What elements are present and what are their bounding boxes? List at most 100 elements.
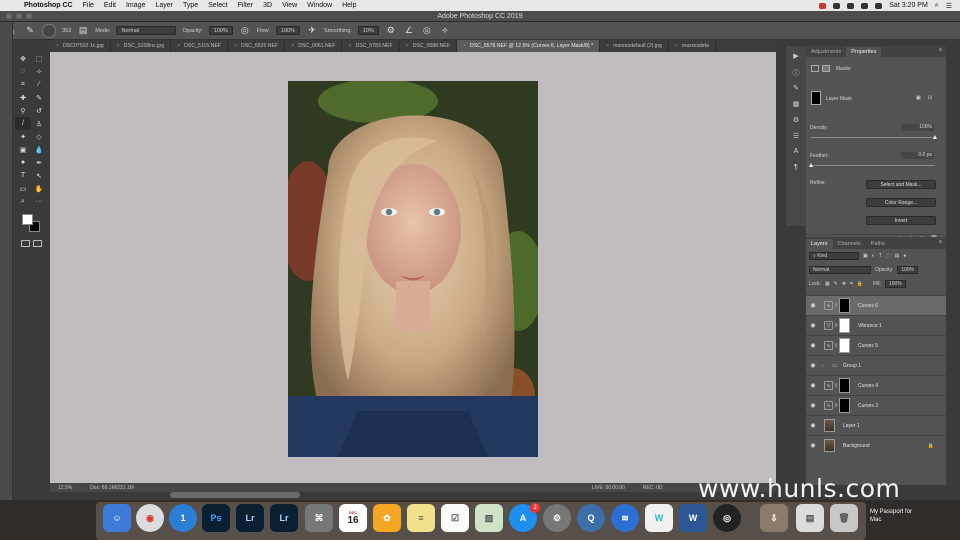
layer-row[interactable]: ◉ ∿ 8 Curves 3 [806,395,946,415]
curves-adjustment-icon[interactable]: ∿ [824,301,833,310]
lasso-tool-icon[interactable]: ◌ [15,65,31,78]
layer-row[interactable]: ◉ ▽ 8 Vibrance 1 [806,315,946,335]
pen-tool-icon[interactable]: ✒ [31,156,47,169]
menu-image[interactable]: Image [126,2,145,9]
screenshot-icon[interactable]: ⌘ [305,504,333,532]
foreground-color-swatch[interactable] [22,214,33,225]
invert-button[interactable]: Invert [866,216,936,225]
close-tab-icon[interactable]: × [675,43,678,49]
doc-size[interactable]: Doc: 69.1M/231.1M [90,485,134,491]
tab-document[interactable]: × DSC_5115.NEF [171,40,228,52]
menu-select[interactable]: Select [208,2,227,9]
clock[interactable]: Sat 3:20 PM [889,2,928,9]
lock-pixels-icon[interactable]: ✎ [834,281,838,287]
passport-drive-label[interactable]: My Passport for Mac [870,508,920,524]
select-mask-icon[interactable]: ▣ [916,95,921,101]
filter-toggle-icon[interactable]: ● [903,253,906,259]
feather-slider-thumb[interactable] [809,163,813,167]
visibility-eye-icon[interactable]: ◉ [806,362,820,369]
quick-select-tool-icon[interactable]: ✧ [31,65,47,78]
color-range-button[interactable]: Color Range... [866,198,936,207]
search-icon[interactable]: ⌕ [935,2,939,10]
more-tools-icon[interactable]: ··· [31,195,47,208]
move-tool-icon[interactable]: ✥ [15,52,31,65]
layers-menu-icon[interactable]: ≡ [939,239,942,249]
visibility-eye-icon[interactable]: ◉ [806,382,820,389]
layer-row[interactable]: ◉ ∿ 8 Curves 4 [806,375,946,395]
layer-opacity-input[interactable]: 100% [897,266,919,274]
filter-pixel-icon[interactable]: ▣ [863,253,868,259]
tab-channels[interactable]: Channels [833,239,866,249]
kind-filter[interactable]: ⌕ Kind [809,252,859,260]
brush-preset-picker[interactable] [42,23,56,38]
type-tool-icon[interactable]: T [15,169,31,182]
brush-panel-icon[interactable]: ✎ [790,84,802,94]
menu-list-icon[interactable]: ☰ [946,2,952,10]
visibility-eye-icon[interactable]: ◉ [806,422,820,429]
layer-row[interactable]: ◉ ∿ 8 Curves 5 [806,335,946,355]
angle-icon[interactable]: ∠ [403,25,415,37]
crop-tool-icon[interactable]: ⌗ [15,78,31,91]
mode-select[interactable]: Normal [116,26,177,35]
eyedropper-tool-icon[interactable]: ⁄ [31,78,47,91]
photoshop-icon[interactable]: Ps [202,504,230,532]
marquee-tool-icon[interactable]: ⬚ [31,52,47,65]
visibility-eye-icon[interactable]: ◉ [806,302,820,309]
finder-icon[interactable]: ☺ [103,504,131,532]
pixel-mask-icon[interactable] [811,65,819,72]
notes-icon[interactable]: ≡ [407,504,435,532]
w-app-icon[interactable]: W [645,504,673,532]
menu-file[interactable]: File [83,2,94,9]
downloads-icon[interactable]: ⇩ [760,504,788,532]
quick-mask-icon[interactable] [21,240,30,247]
tab-document[interactable]: × DSC_5783.NEF [342,40,400,52]
tab-document[interactable]: × DSC_0061.NEF [285,40,343,52]
layer-name[interactable]: Group 1 [843,363,861,369]
menu-help[interactable]: Help [342,2,356,9]
path-select-tool-icon[interactable]: ↖ [31,169,47,182]
visibility-eye-icon[interactable]: ◉ [806,402,820,409]
density-slider-thumb[interactable] [933,135,937,139]
document-stack-icon[interactable]: ▤ [796,504,824,532]
close-tab-icon[interactable]: × [56,43,59,49]
sliders-icon[interactable]: ☰ [790,132,802,142]
visibility-eye-icon[interactable]: ◉ [806,442,820,449]
menu-window[interactable]: Window [307,2,332,9]
tab-document[interactable]: × DSC_0088.NEF [400,40,457,52]
lock-all-icon[interactable]: 🔒 [857,281,863,287]
feather-value[interactable]: 0.0 px [901,152,934,159]
menu-3d[interactable]: 3D [263,2,272,9]
grid-icon[interactable]: ▦ [790,100,802,110]
layer-name[interactable]: Curves 3 [858,403,878,409]
close-tab-icon[interactable]: × [406,43,409,49]
visibility-eye-icon[interactable]: ◉ [806,342,820,349]
preview-icon[interactable]: ▧ [475,504,503,532]
layer-name[interactable]: Curves 4 [858,383,878,389]
fill-input[interactable]: 100% [884,280,906,288]
brush-tool-icon-left[interactable]: ✎ [31,91,47,104]
close-tab-icon[interactable]: × [177,43,180,49]
density-value[interactable]: 100% [901,124,934,131]
layer-row[interactable]: ◉ Layer 1 [806,415,946,435]
filter-type-icon[interactable]: T [879,253,882,259]
portrait-photo[interactable] [288,81,538,457]
airbrush-icon[interactable]: ✈ [306,25,318,37]
lightroom-icon[interactable]: Lr [236,504,264,532]
network-icon[interactable]: ≋ [611,504,639,532]
play-icon[interactable]: ▶ [790,52,802,62]
history-brush-tool-icon[interactable]: ↺ [31,104,47,117]
onepassword-icon[interactable]: 1 [169,504,197,532]
density-slider[interactable] [811,137,935,138]
tab-paths[interactable]: Paths [866,239,890,249]
lock-transparent-icon[interactable]: ▦ [825,281,830,287]
chrome-icon[interactable]: ◉ [136,504,164,532]
panel-menu-icon[interactable]: ≡ [939,47,942,57]
menu-layer[interactable]: Layer [155,2,173,9]
close-tab-icon[interactable]: × [117,43,120,49]
close-tab-icon[interactable]: × [234,43,237,49]
adjust-icon[interactable]: ⚙ [790,116,802,126]
menu-filter[interactable]: Filter [238,2,254,9]
brush-settings-icon[interactable]: ▤ [77,25,89,37]
layer-thumbnail[interactable] [824,439,835,452]
volume-icon[interactable] [861,2,869,9]
